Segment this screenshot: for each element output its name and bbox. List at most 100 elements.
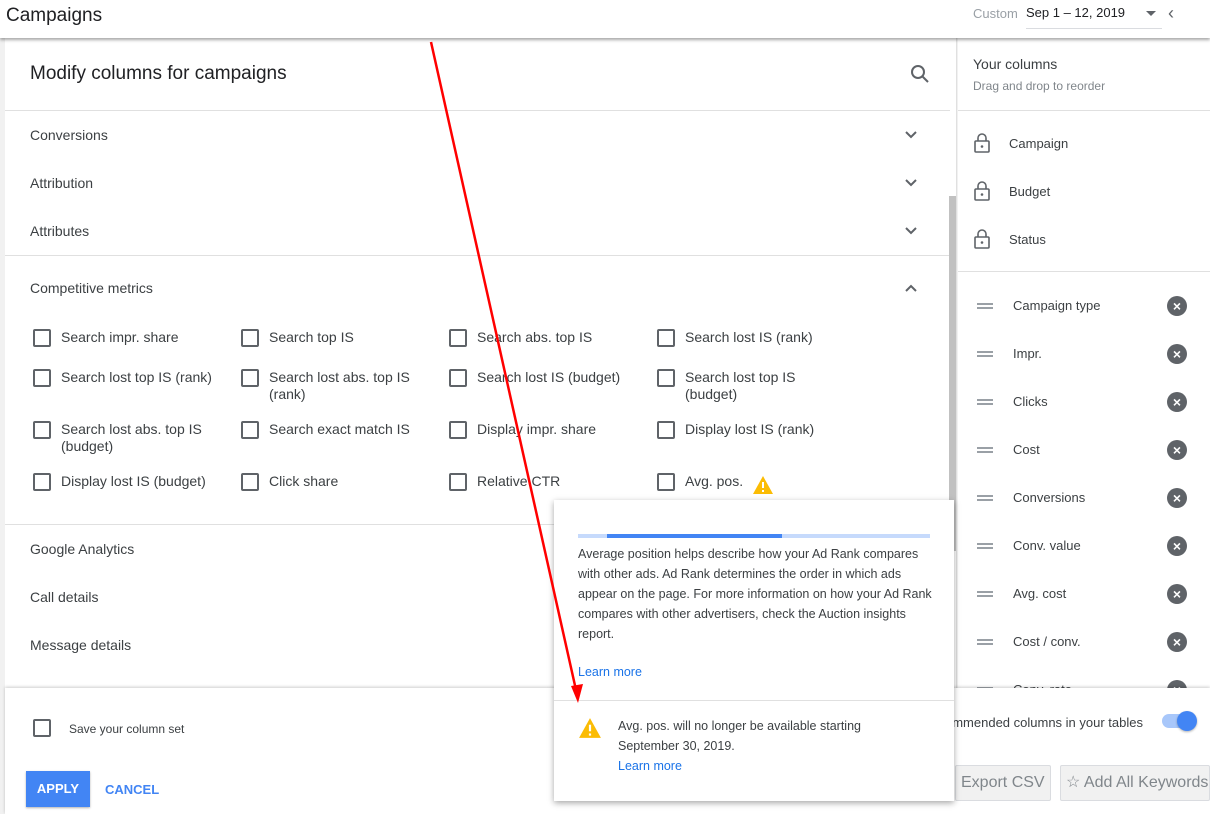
checkbox[interactable] <box>241 329 259 347</box>
metric-label: Search lost abs. top IS (rank) <box>269 369 410 402</box>
column-label: Avg. cost <box>1013 586 1067 601</box>
drag-handle-icon[interactable] <box>977 399 993 405</box>
column-label: Campaign <box>1009 136 1069 151</box>
tooltip-progress-bar <box>578 534 930 538</box>
date-range-label: Custom <box>973 6 1018 21</box>
lock-icon <box>974 133 990 153</box>
locked-column: Campaign <box>958 133 1210 181</box>
removable-column[interactable]: Cost × <box>958 437 1210 485</box>
checkbox[interactable] <box>657 369 675 387</box>
column-label: Cost <box>1013 442 1040 457</box>
remove-column-icon[interactable]: × <box>1167 296 1187 316</box>
column-label: Conv. value <box>1013 538 1081 553</box>
chevron-left-icon[interactable]: ‹ <box>1168 3 1174 24</box>
chevron-down-icon <box>905 179 917 187</box>
remove-column-icon[interactable]: × <box>1167 392 1187 412</box>
checkbox[interactable] <box>657 421 675 439</box>
metric-label: Display impr. share <box>477 421 597 437</box>
section-label: Conversions <box>30 127 108 143</box>
warning-learn-more-link[interactable]: Learn more <box>618 759 682 773</box>
tooltip-body: Average position helps describe how your… <box>578 547 932 641</box>
checkbox[interactable] <box>241 473 259 491</box>
removable-column[interactable]: Impr. × <box>958 341 1210 389</box>
learn-more-link[interactable]: Learn more <box>578 665 642 679</box>
metric-label: Click share <box>269 473 339 489</box>
checkbox[interactable] <box>33 421 51 439</box>
removable-column[interactable]: Conv. value × <box>958 533 1210 581</box>
add-all-keywords-button[interactable]: ☆ Add All Keywords <box>1060 765 1210 801</box>
deprecation-warning: Avg. pos. will no longer be available st… <box>618 719 861 753</box>
column-label: Status <box>1009 232 1046 247</box>
drag-handle-icon[interactable] <box>977 543 993 549</box>
removable-column[interactable]: Cost / conv. × <box>958 629 1210 677</box>
section-competitive-metrics[interactable]: Competitive metrics <box>5 280 950 300</box>
checkbox[interactable] <box>241 421 259 439</box>
add-all-keywords-label: Add All Keywords <box>1083 774 1209 791</box>
locked-column: Status <box>958 229 1210 277</box>
section-label: Competitive metrics <box>30 280 153 296</box>
drag-handle-icon[interactable] <box>977 639 993 645</box>
metric-label: Search lost top IS (rank) <box>61 369 212 385</box>
cancel-button[interactable]: CANCEL <box>105 782 159 797</box>
remove-column-icon[interactable]: × <box>1167 584 1187 604</box>
metric-label: Search lost abs. top IS (budget) <box>61 421 202 454</box>
divider <box>5 110 950 111</box>
section-label: Call details <box>30 589 99 605</box>
save-column-set-checkbox[interactable] <box>33 719 51 737</box>
metric-label: Display lost IS (budget) <box>61 473 206 489</box>
remove-column-icon[interactable]: × <box>1167 536 1187 556</box>
divider <box>958 110 1210 111</box>
section-attribution[interactable]: Attribution <box>5 175 950 195</box>
checkbox[interactable] <box>449 369 467 387</box>
checkbox[interactable] <box>449 421 467 439</box>
drag-handle-icon[interactable] <box>977 303 993 309</box>
date-range-select[interactable]: Sep 1 – 12, 2019 <box>1026 5 1162 29</box>
checkbox[interactable] <box>657 329 675 347</box>
section-label: Attribution <box>30 175 94 191</box>
section-conversions[interactable]: Conversions <box>5 127 950 147</box>
chevron-up-icon <box>905 284 917 292</box>
remove-column-icon[interactable]: × <box>1167 632 1187 652</box>
chevron-down-icon <box>905 131 917 139</box>
divider <box>5 255 950 256</box>
section-label: Google Analytics <box>30 541 135 557</box>
remove-column-icon[interactable]: × <box>1167 440 1187 460</box>
section-attributes[interactable]: Attributes <box>5 223 950 243</box>
date-range-value: Sep 1 – 12, 2019 <box>1026 5 1126 20</box>
checkbox[interactable] <box>33 329 51 347</box>
checkbox[interactable] <box>657 473 675 491</box>
checkbox[interactable] <box>449 473 467 491</box>
recommended-columns-toggle[interactable] <box>1162 711 1197 731</box>
metric-label: Search top IS <box>269 329 354 345</box>
apply-button[interactable]: APPLY <box>26 771 90 807</box>
search-icon[interactable] <box>910 64 930 84</box>
remove-column-icon[interactable]: × <box>1167 488 1187 508</box>
metric-label: Relative CTR <box>477 473 561 489</box>
warning-icon[interactable] <box>752 475 774 495</box>
progress-fill <box>607 534 783 538</box>
drag-handle-icon[interactable] <box>977 591 993 597</box>
warning-icon <box>579 718 601 738</box>
removable-column[interactable]: Campaign type × <box>958 293 1210 341</box>
checkbox[interactable] <box>449 329 467 347</box>
column-label: Cost / conv. <box>1013 634 1081 649</box>
drag-handle-icon[interactable] <box>977 495 993 501</box>
column-label: Impr. <box>1013 346 1042 361</box>
recommended-columns-label: ommended columns in your tables <box>945 715 1143 730</box>
removable-column[interactable]: Clicks × <box>958 389 1210 437</box>
drag-handle-icon[interactable] <box>977 447 993 453</box>
section-label: Attributes <box>30 223 90 239</box>
removable-column[interactable]: Avg. cost × <box>958 581 1210 629</box>
scrollbar[interactable] <box>949 196 956 551</box>
checkbox[interactable] <box>33 369 51 387</box>
checkbox[interactable] <box>33 473 51 491</box>
avg-pos-tooltip: Average position helps describe how your… <box>554 500 954 801</box>
metric-label: Search abs. top IS <box>477 329 593 345</box>
drag-handle-icon[interactable] <box>977 351 993 357</box>
removable-column[interactable]: Conversions × <box>958 485 1210 533</box>
save-column-set-label: Save your column set <box>69 722 185 736</box>
export-csv-button[interactable]: Export CSV <box>955 765 1051 801</box>
remove-column-icon[interactable]: × <box>1167 344 1187 364</box>
metric-label: Search lost IS (rank) <box>685 329 813 345</box>
checkbox[interactable] <box>241 369 259 387</box>
